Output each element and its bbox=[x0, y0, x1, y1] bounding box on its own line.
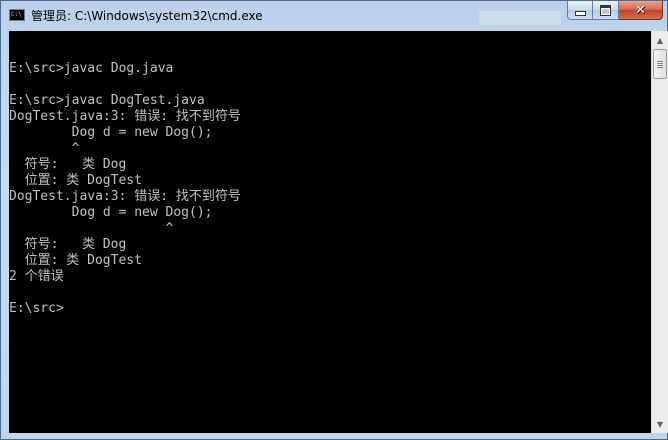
console-line: DogTest.java:3: 错误: 找不到符号 bbox=[9, 109, 241, 124]
console-line: E:\src>javac Dog.java bbox=[9, 61, 174, 76]
console-line: 位置: 类 DogTest bbox=[9, 253, 142, 268]
window-title: 管理员: C:\Windows\system32\cmd.exe bbox=[31, 9, 263, 23]
console-output[interactable]: E:\src>javac Dog.java E:\src>javac DogTe… bbox=[9, 31, 651, 433]
cmd-console-icon[interactable]: C:\ bbox=[9, 9, 25, 21]
maximize-button[interactable] bbox=[593, 1, 619, 20]
close-icon: ✕ bbox=[635, 2, 646, 18]
console-line: E:\src>javac DogTest.java bbox=[9, 93, 205, 108]
minimize-button[interactable] bbox=[567, 1, 593, 20]
vertical-scrollbar[interactable]: ▲ ▼ bbox=[651, 31, 668, 433]
console-line: ^ bbox=[9, 141, 80, 156]
scroll-up-arrow-icon[interactable]: ▲ bbox=[653, 32, 667, 48]
console-line: 符号: 类 Dog bbox=[9, 237, 127, 252]
console-line: DogTest.java:3: 错误: 找不到符号 bbox=[9, 189, 241, 204]
titlebar-glass-highlight bbox=[479, 11, 561, 25]
console-line: 符号: 类 Dog bbox=[9, 157, 127, 172]
console-lines: E:\src>javac Dog.java E:\src>javac DogTe… bbox=[9, 45, 241, 317]
console-prompt-line[interactable]: E:\src> bbox=[9, 301, 241, 317]
scroll-down-arrow-icon[interactable]: ▼ bbox=[653, 416, 667, 432]
close-button[interactable]: ✕ bbox=[619, 1, 663, 20]
title-bar[interactable]: C:\ 管理员: C:\Windows\system32\cmd.exe ✕ bbox=[1, 1, 667, 30]
cmd-window: C:\ 管理员: C:\Windows\system32\cmd.exe ✕ E… bbox=[0, 0, 668, 440]
grip-icon bbox=[657, 60, 663, 68]
minimize-icon bbox=[574, 11, 586, 16]
cmd-icon-text: C:\ bbox=[11, 11, 22, 18]
console-line: 2 个错误 bbox=[9, 269, 64, 284]
maximize-icon bbox=[600, 4, 611, 16]
console-line: 位置: 类 DogTest bbox=[9, 173, 142, 188]
console-line: Dog d = new Dog(); bbox=[9, 205, 213, 220]
window-bottom-border bbox=[1, 433, 667, 439]
console-line: Dog d = new Dog(); bbox=[9, 125, 213, 140]
scroll-thumb[interactable] bbox=[653, 49, 667, 79]
console-line: ^ bbox=[9, 221, 174, 236]
